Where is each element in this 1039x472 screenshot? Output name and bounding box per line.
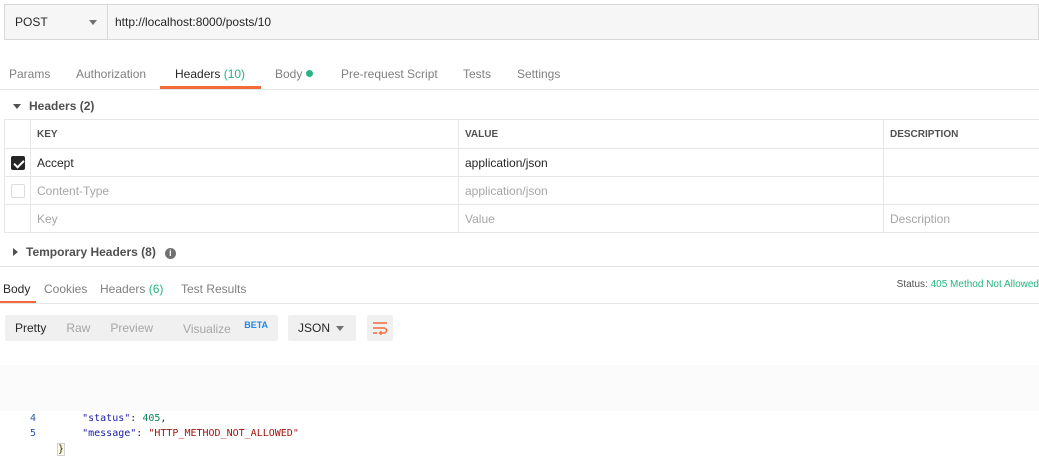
json-key: "message" — [82, 428, 136, 439]
chevron-down-icon — [336, 326, 344, 331]
tab-response-headers[interactable]: Headers (6) — [100, 282, 163, 296]
row-select-cell — [5, 177, 31, 205]
info-icon[interactable]: i — [165, 248, 176, 259]
tab-headers-label: Headers — [175, 67, 220, 81]
divider — [0, 89, 1039, 90]
chevron-down-icon — [89, 20, 97, 25]
tab-response-body[interactable]: Body — [3, 282, 30, 296]
caret-down-icon — [13, 104, 21, 109]
tab-headers[interactable]: Headers (10) — [175, 67, 245, 81]
beta-badge: BETA — [244, 320, 268, 330]
language-select[interactable]: JSON — [288, 315, 356, 341]
table-row: Accept application/json — [5, 149, 1039, 177]
column-key: KEY — [31, 120, 459, 149]
status-value[interactable]: 405 Method Not Allowed — [931, 279, 1039, 290]
headers-section-toggle[interactable]: Headers (2) — [13, 99, 94, 113]
visualize-button[interactable]: Visualize BETA — [163, 320, 278, 336]
header-key-cell[interactable]: Accept — [31, 149, 459, 177]
headers-table: KEY VALUE DESCRIPTION Accept application… — [4, 119, 1039, 233]
checkbox-icon[interactable] — [11, 184, 25, 198]
url-text: http://localhost:8000/posts/10 — [115, 15, 271, 29]
new-key-input[interactable]: Key — [31, 205, 459, 233]
wrap-lines-button[interactable] — [367, 315, 393, 341]
divider — [0, 266, 1039, 267]
tab-params[interactable]: Params — [9, 67, 50, 81]
body-indicator-dot-icon — [306, 70, 313, 77]
status-label: Status: — [897, 279, 928, 290]
header-cell-select — [5, 120, 31, 149]
column-description: DESCRIPTION — [884, 120, 1039, 149]
pretty-button[interactable]: Pretty — [5, 321, 56, 335]
table-row-new: Key Value Description — [5, 205, 1039, 233]
tab-test-results[interactable]: Test Results — [181, 282, 246, 296]
temporary-headers-title: Temporary Headers (8) — [26, 245, 156, 259]
header-description-cell[interactable] — [884, 149, 1039, 177]
tab-settings[interactable]: Settings — [517, 67, 560, 81]
wrap-lines-icon — [372, 321, 388, 335]
table-row: Content-Type application/json — [5, 177, 1039, 205]
method-select[interactable]: POST — [4, 4, 108, 40]
tab-response-headers-count: (6) — [149, 282, 164, 296]
request-tabs: Params Authorization Headers (10) Body P… — [0, 58, 1039, 90]
json-value: "HTTP_METHOD_NOT_ALLOWED" — [148, 428, 299, 439]
tab-body-label: Body — [275, 67, 302, 81]
code-line: 1 { — [0, 350, 1039, 365]
code-line: 3 "status": 405, — [0, 381, 1039, 396]
row-select-cell — [5, 205, 31, 233]
header-value-cell[interactable]: application/json — [459, 149, 884, 177]
header-value-cell[interactable]: application/json — [459, 177, 884, 205]
temporary-headers-toggle[interactable]: Temporary Headers (8) i — [13, 245, 176, 259]
preview-button[interactable]: Preview — [100, 321, 163, 335]
close-brace: } — [58, 444, 64, 455]
tab-response-cookies[interactable]: Cookies — [44, 282, 87, 296]
header-key-cell[interactable]: Content-Type — [31, 177, 459, 205]
checkbox-checked-icon[interactable] — [11, 156, 25, 170]
tab-tests[interactable]: Tests — [463, 67, 491, 81]
headers-section-title: Headers (2) — [29, 99, 94, 113]
tab-pre-request-script[interactable]: Pre-request Script — [341, 67, 438, 81]
column-value: VALUE — [459, 120, 884, 149]
tab-response-headers-label: Headers — [100, 282, 145, 296]
new-description-input[interactable]: Description — [884, 205, 1039, 233]
method-label: POST — [15, 15, 48, 29]
tab-authorization[interactable]: Authorization — [76, 67, 146, 81]
view-mode-group: Pretty Raw Preview Visualize BETA — [5, 315, 278, 341]
code-line: 5 } — [0, 411, 1039, 426]
new-value-input[interactable]: Value — [459, 205, 884, 233]
code-line: 4 "message": "HTTP_METHOD_NOT_ALLOWED" — [0, 396, 1039, 411]
response-status: Status: 405 Method Not Allowed — [897, 279, 1039, 290]
row-select-cell — [5, 149, 31, 177]
table-header-row: KEY VALUE DESCRIPTION — [5, 120, 1039, 149]
caret-right-icon — [13, 248, 18, 256]
visualize-label: Visualize — [173, 322, 241, 336]
response-body-editor[interactable]: 1 { 2 "succes": false, 3 "status": 405, … — [0, 350, 1039, 426]
header-description-cell[interactable] — [884, 177, 1039, 205]
request-bar: POST http://localhost:8000/posts/10 — [4, 4, 1039, 40]
language-label: JSON — [298, 321, 330, 335]
body-toolbar: Pretty Raw Preview Visualize BETA JSON — [5, 315, 393, 341]
code-line: 2 "succes": false, — [0, 365, 1039, 380]
url-input[interactable]: http://localhost:8000/posts/10 — [108, 4, 1039, 40]
raw-button[interactable]: Raw — [56, 321, 100, 335]
tab-body[interactable]: Body — [275, 67, 313, 81]
divider — [0, 303, 1039, 304]
tab-headers-count: (10) — [224, 67, 245, 81]
